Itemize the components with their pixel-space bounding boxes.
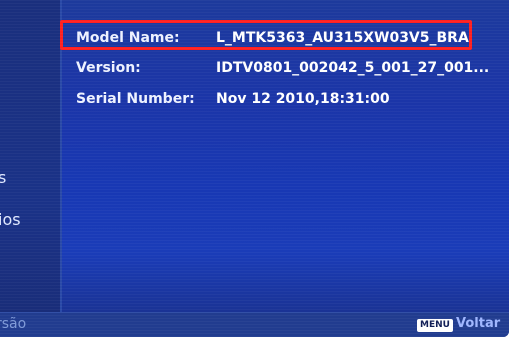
footer-bar: rsão MENU Voltar: [0, 312, 509, 337]
tv-screen-frame: s ios Model Name: L_MTK5363_AU315XW03V5_…: [0, 0, 515, 343]
serial-row: Serial Number: Nov 12 2010,18:31:00: [76, 91, 390, 107]
left-menu: s ios: [0, 0, 60, 337]
menu-key-icon[interactable]: MENU: [417, 319, 453, 332]
version-label: Version:: [76, 60, 141, 76]
serial-label: Serial Number:: [76, 91, 195, 107]
serial-value: Nov 12 2010,18:31:00: [216, 91, 390, 107]
system-info-panel: s ios Model Name: L_MTK5363_AU315XW03V5_…: [0, 0, 509, 337]
footer-left-text: rsão: [0, 316, 27, 332]
left-menu-item-1[interactable]: s: [0, 168, 6, 187]
menu-divider: [60, 0, 62, 337]
model-name-highlight: [60, 20, 472, 50]
left-menu-item-2[interactable]: ios: [0, 210, 21, 229]
back-label[interactable]: Voltar: [456, 316, 500, 331]
version-row: Version: IDTV0801_002042_5_001_27_001...: [76, 60, 489, 76]
version-value: IDTV0801_002042_5_001_27_001...: [216, 60, 490, 76]
